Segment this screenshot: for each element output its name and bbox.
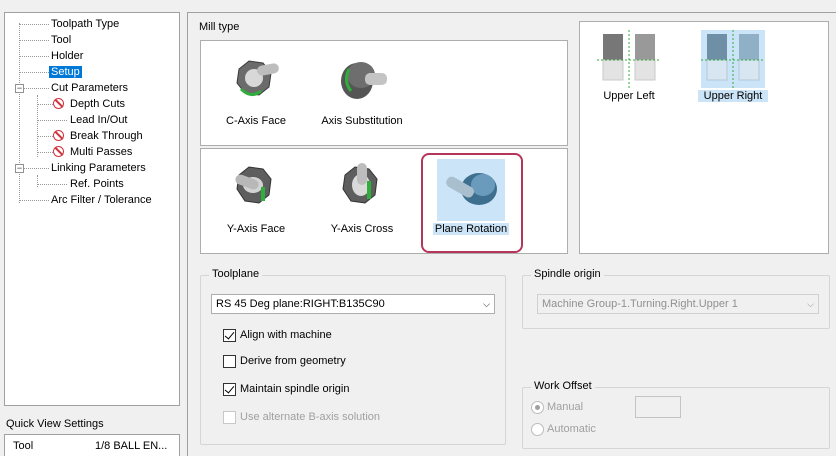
quick-view-value: 1/8 BALL EN...: [95, 440, 168, 452]
quick-view-title: Quick View Settings: [6, 418, 104, 430]
tile-axis-substitution[interactable]: Axis Substitution: [319, 51, 405, 137]
tree-item-label: Multi Passes: [70, 146, 133, 158]
c-axis-face-icon: [225, 51, 287, 111]
checkbox-label: Derive from geometry: [240, 355, 346, 367]
spindle-origin-select-value: Machine Group-1.Turning.Right.Upper 1: [542, 298, 738, 310]
tile-upper-right[interactable]: Upper Right: [698, 30, 768, 108]
tile-c-axis-face[interactable]: C-Axis Face: [221, 51, 291, 137]
tile-y-axis-face[interactable]: Y-Axis Face: [221, 159, 291, 245]
chevron-down-icon: ⌵: [807, 299, 814, 309]
tree-item-label: Depth Cuts: [70, 98, 126, 110]
tree-item-setup[interactable]: Setup: [49, 64, 82, 80]
tree-item-ref-points[interactable]: Ref. Points: [68, 176, 126, 192]
tile-label: Upper Right: [698, 90, 768, 102]
axis-substitution-icon: [331, 51, 393, 111]
toolplane-select[interactable]: RS 45 Deg plane:RIGHT:B135C90 ⌵: [211, 294, 495, 314]
tree-item-holder[interactable]: Holder: [49, 48, 85, 64]
toolplane-group: Toolplane RS 45 Deg plane:RIGHT:B135C90 …: [200, 268, 506, 445]
radio-label: Manual: [547, 401, 584, 413]
upper-left-spindle-icon: [597, 30, 661, 88]
work-offset-title: Work Offset: [531, 380, 595, 392]
tree-item-depth-cuts[interactable]: Depth Cuts: [68, 96, 127, 112]
tree-item-lead-in-out[interactable]: Lead In/Out: [68, 112, 130, 128]
quick-view-key: Tool: [13, 440, 34, 452]
tile-label: Y-Axis Cross: [330, 223, 394, 235]
checkbox-label: Maintain spindle origin: [240, 383, 350, 395]
work-offset-value-input[interactable]: [635, 396, 681, 418]
maintain-spindle-origin-checkbox[interactable]: Maintain spindle origin: [223, 382, 349, 398]
tree-item-label: Lead In/Out: [70, 114, 128, 126]
tile-label: Y-Axis Face: [226, 223, 286, 235]
upper-right-spindle-icon: [701, 30, 765, 88]
tile-y-axis-cross[interactable]: Y-Axis Cross: [319, 159, 405, 245]
tree-item-arc-filter-tolerance[interactable]: Arc Filter / Tolerance: [49, 192, 154, 208]
mill-type-row-1: C-Axis Face Axis Substitution: [200, 40, 568, 146]
toolplane-title: Toolplane: [209, 268, 263, 280]
spindle-origin-select[interactable]: Machine Group-1.Turning.Right.Upper 1 ⌵: [537, 294, 819, 314]
mill-type-title: Mill type: [199, 21, 240, 33]
manual-radio[interactable]: Manual: [531, 400, 583, 416]
tree-item-label: Holder: [51, 50, 84, 62]
checkbox-checked-icon: [223, 382, 236, 396]
disabled-icon: [53, 146, 64, 157]
tree-item-label: Setup: [49, 66, 82, 78]
chevron-down-icon: ⌵: [483, 299, 490, 309]
quick-view-table: Tool 1/8 BALL EN...: [4, 434, 180, 456]
setup-page: Mill type C-Axis Face Axis Substitution …: [187, 12, 836, 456]
align-with-machine-checkbox[interactable]: Align with machine: [223, 328, 332, 344]
radio-label: Automatic: [547, 423, 596, 435]
radio-unselected-icon: [531, 422, 544, 436]
tree-item-label: Cut Parameters: [51, 82, 129, 94]
checkbox-unchecked-icon: [223, 354, 236, 368]
checkbox-checked-icon: [223, 328, 236, 342]
tree-item-label: Arc Filter / Tolerance: [51, 194, 152, 206]
radio-selected-icon: [531, 400, 544, 414]
tile-label: C-Axis Face: [226, 115, 286, 127]
tile-label: Upper Left: [603, 90, 655, 102]
tree-item-linking-parameters[interactable]: Linking Parameters: [49, 160, 148, 176]
checkbox-label: Use alternate B-axis solution: [240, 411, 381, 423]
checkbox-disabled-icon: [223, 410, 236, 424]
tree-item-break-through[interactable]: Break Through: [68, 128, 145, 144]
parameters-tree: Toolpath Type Tool Holder Setup − Cut Pa…: [4, 12, 180, 406]
y-axis-cross-icon: [331, 159, 393, 219]
tile-upper-left[interactable]: Upper Left: [594, 30, 664, 108]
alternate-b-axis-checkbox[interactable]: Use alternate B-axis solution: [223, 410, 380, 426]
tile-label: Axis Substitution: [321, 115, 403, 127]
derive-from-geometry-checkbox[interactable]: Derive from geometry: [223, 354, 346, 370]
tree-item-label: Tool: [51, 34, 72, 46]
tree-item-cut-parameters[interactable]: Cut Parameters: [49, 80, 130, 96]
tree-item-multi-passes[interactable]: Multi Passes: [68, 144, 134, 160]
tree-item-label: Toolpath Type: [51, 18, 120, 30]
spindle-position-panel: Upper Left Upper Right: [579, 21, 829, 254]
disabled-icon: [53, 98, 64, 109]
tree-item-tool[interactable]: Tool: [49, 32, 73, 48]
disabled-icon: [53, 130, 64, 141]
work-offset-group: Work Offset Manual Automatic: [522, 380, 830, 449]
y-axis-face-icon: [225, 159, 287, 219]
collapse-linking-parameters-icon[interactable]: −: [15, 164, 24, 173]
spindle-origin-group: Spindle origin Machine Group-1.Turning.R…: [522, 268, 830, 329]
tree-item-label: Break Through: [70, 130, 143, 142]
collapse-cut-parameters-icon[interactable]: −: [15, 84, 24, 93]
checkbox-label: Align with machine: [240, 329, 332, 341]
spindle-origin-title: Spindle origin: [531, 268, 604, 280]
tree-item-toolpath-type[interactable]: Toolpath Type: [49, 16, 121, 32]
tree-item-label: Linking Parameters: [51, 162, 146, 174]
tree-item-label: Ref. Points: [70, 178, 124, 190]
toolplane-select-value: RS 45 Deg plane:RIGHT:B135C90: [216, 298, 385, 310]
automatic-radio[interactable]: Automatic: [531, 422, 596, 438]
callout-highlight: [421, 153, 523, 253]
